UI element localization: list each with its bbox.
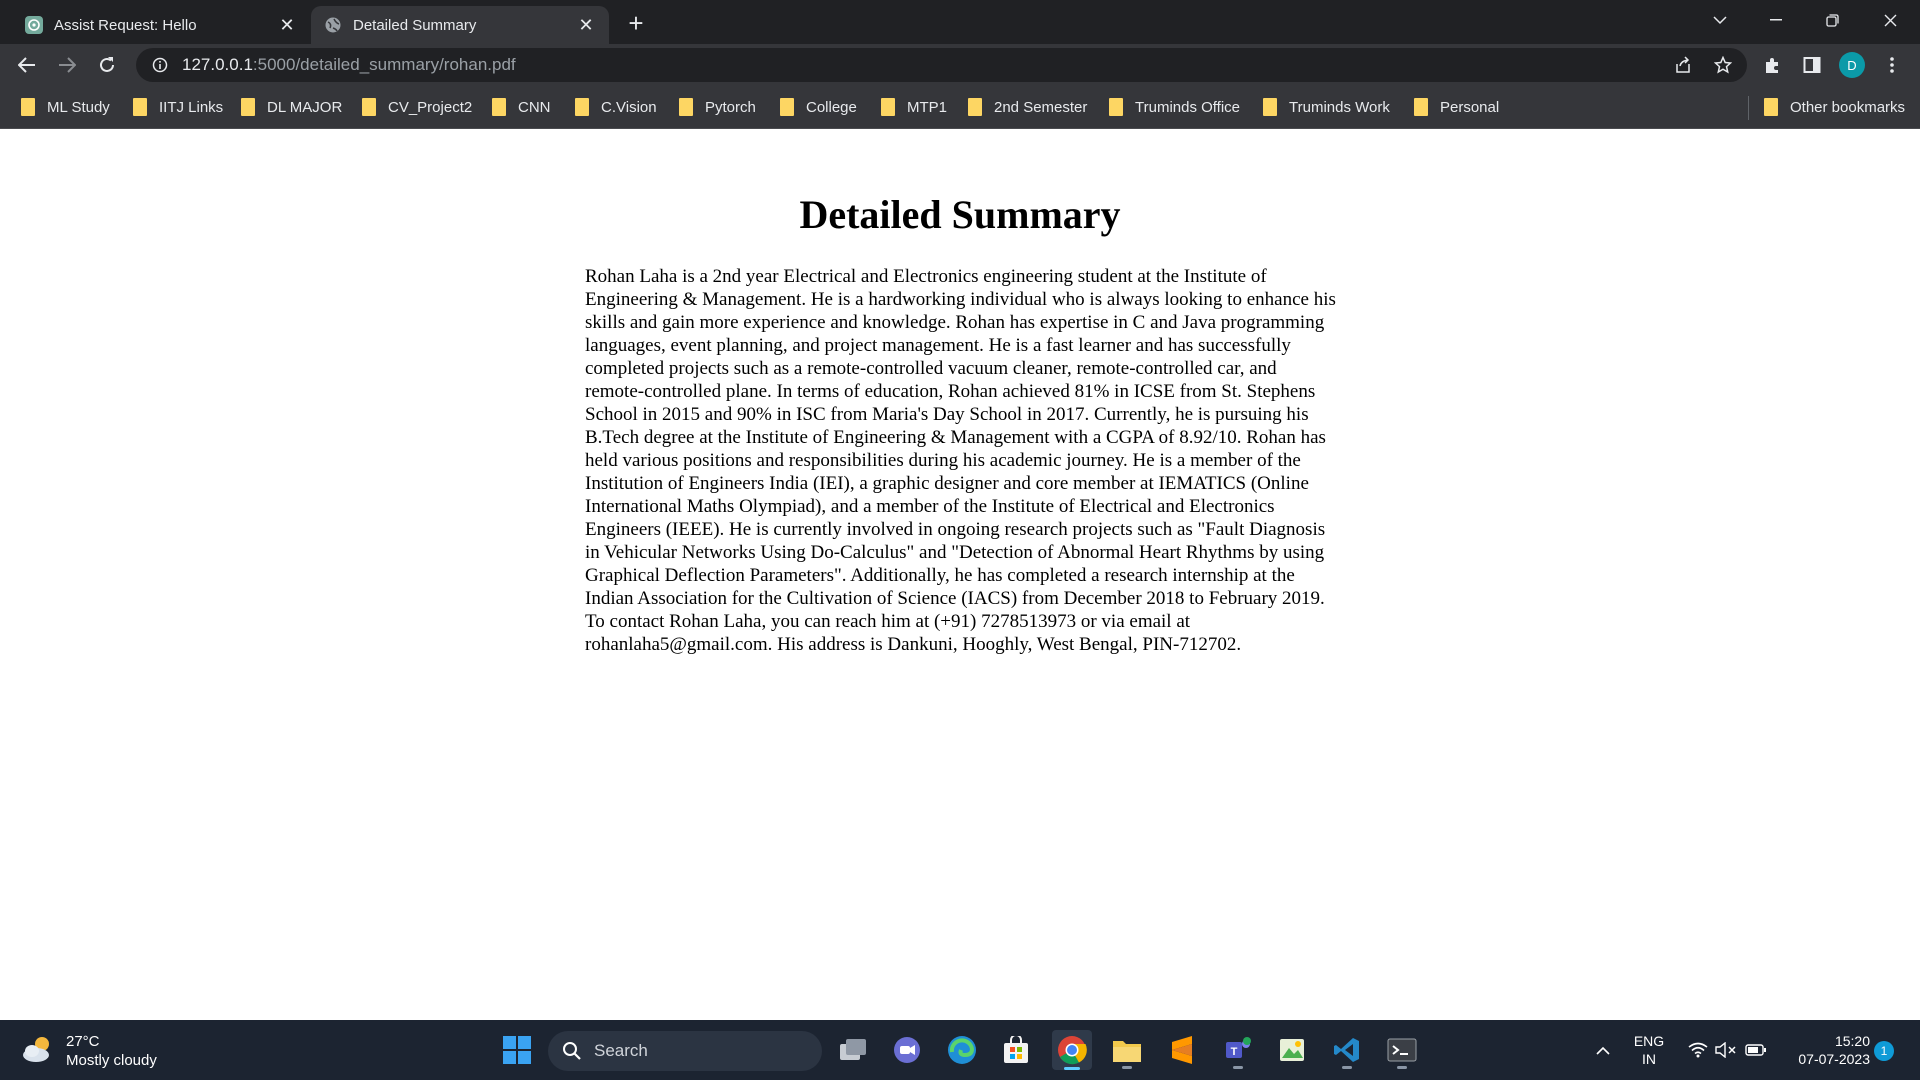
bookmark-folder[interactable]: Truminds Work <box>1263 95 1390 119</box>
tab-strip: Assist Request: Hello ✕ Detailed Summary… <box>0 0 1920 44</box>
sublime-text-icon[interactable] <box>1162 1030 1202 1070</box>
profile-initial: D <box>1839 52 1865 78</box>
bookmark-folder[interactable]: Truminds Office <box>1109 95 1240 119</box>
bookmark-star-icon[interactable] <box>1706 48 1740 82</box>
page-content: Detailed Summary Rohan Laha is a 2nd yea… <box>0 129 1920 1020</box>
image-editor-icon[interactable] <box>1272 1030 1312 1070</box>
search-icon <box>562 1041 582 1061</box>
bookmark-folder[interactable]: IITJ Links <box>133 95 223 119</box>
extensions-icon[interactable] <box>1756 49 1788 81</box>
battery-icon[interactable] <box>1742 1030 1770 1070</box>
folder-icon <box>575 98 589 116</box>
folder-icon <box>679 98 693 116</box>
folder-icon <box>362 98 376 116</box>
url-host: 127.0.0.1 <box>182 55 253 74</box>
running-indicator <box>1064 1067 1080 1070</box>
teams-icon[interactable]: T <box>1218 1030 1258 1070</box>
tab-assist-request[interactable]: Assist Request: Hello ✕ <box>12 6 310 44</box>
taskbar-search[interactable]: Search <box>548 1031 822 1071</box>
new-tab-button[interactable]: + <box>622 8 650 38</box>
close-window-icon[interactable] <box>1862 0 1918 40</box>
running-indicator <box>1122 1066 1132 1069</box>
bookmark-folder[interactable]: DL MAJOR <box>241 95 342 119</box>
microsoft-store-icon[interactable] <box>996 1030 1036 1070</box>
folder-icon <box>492 98 506 116</box>
other-bookmarks[interactable]: Other bookmarks <box>1764 95 1905 119</box>
folder-icon <box>241 98 255 116</box>
folder-icon <box>780 98 794 116</box>
cloudy-weather-icon <box>20 1034 56 1069</box>
teams-chat-icon[interactable] <box>887 1030 927 1070</box>
folder-icon <box>1414 98 1428 116</box>
folder-icon <box>968 98 982 116</box>
bookmark-folder[interactable]: ML Study <box>21 95 110 119</box>
svg-text:T: T <box>1231 1046 1238 1058</box>
weather-widget[interactable]: 27°C Mostly cloudy <box>20 1032 157 1070</box>
chatgpt-icon <box>24 15 44 35</box>
folder-icon <box>1764 98 1778 116</box>
folder-icon <box>881 98 895 116</box>
wifi-icon[interactable] <box>1684 1030 1712 1070</box>
page-title: Detailed Summary <box>799 192 1121 237</box>
task-view-icon[interactable] <box>833 1030 873 1070</box>
more-menu-icon[interactable] <box>1876 49 1908 81</box>
show-hidden-icons-chevron-icon[interactable] <box>1588 1030 1618 1070</box>
tab-title: Assist Request: Hello <box>54 16 197 34</box>
profile-avatar[interactable]: D <box>1836 49 1868 81</box>
reload-icon[interactable] <box>91 49 123 81</box>
system-clock[interactable]: 15:20 07-07-2023 <box>1772 1032 1870 1068</box>
folder-icon <box>1109 98 1123 116</box>
bookmark-folder[interactable]: CNN <box>492 95 551 119</box>
bookmarks-divider <box>1748 96 1749 120</box>
chrome-icon[interactable] <box>1052 1030 1092 1070</box>
bookmark-folder[interactable]: Pytorch <box>679 95 756 119</box>
url-path: :5000/detailed_summary/rohan.pdf <box>252 55 516 74</box>
weather-temp: 27°C <box>66 1033 100 1050</box>
close-tab-icon[interactable]: ✕ <box>276 14 298 36</box>
tab-title: Detailed Summary <box>353 16 477 34</box>
bookmark-folder[interactable]: MTP1 <box>881 95 947 119</box>
address-bar[interactable]: 127.0.0.1:5000/detailed_summary/rohan.pd… <box>136 48 1747 82</box>
tab-detailed-summary[interactable]: Detailed Summary ✕ <box>311 6 609 44</box>
restore-icon[interactable] <box>1804 0 1860 40</box>
browser-toolbar: 127.0.0.1:5000/detailed_summary/rohan.pd… <box>0 44 1920 86</box>
bookmark-folder[interactable]: C.Vision <box>575 95 657 119</box>
running-indicator <box>1233 1066 1243 1069</box>
bookmarks-bar: ML Study IITJ Links DL MAJOR CV_Project2… <box>0 86 1920 129</box>
tab-search-icon[interactable] <box>1692 0 1748 40</box>
weather-condition: Mostly cloudy <box>66 1052 157 1069</box>
minimize-icon[interactable] <box>1748 0 1804 40</box>
bookmark-folder[interactable]: College <box>780 95 857 119</box>
running-indicator <box>1342 1066 1352 1069</box>
site-info-icon[interactable] <box>150 55 170 75</box>
folder-icon <box>1263 98 1277 116</box>
back-icon[interactable] <box>11 49 43 81</box>
globe-icon <box>323 15 343 35</box>
share-icon[interactable] <box>1666 48 1700 82</box>
folder-icon <box>133 98 147 116</box>
search-label: Search <box>594 1041 648 1060</box>
edge-icon[interactable] <box>942 1030 982 1070</box>
notification-badge[interactable]: 1 <box>1874 1041 1894 1061</box>
input-language[interactable]: ENG IN <box>1624 1032 1674 1068</box>
forward-icon[interactable] <box>51 49 83 81</box>
bookmark-folder[interactable]: 2nd Semester <box>968 95 1087 119</box>
bookmark-folder[interactable]: CV_Project2 <box>362 95 472 119</box>
running-indicator <box>1397 1066 1407 1069</box>
start-button[interactable] <box>497 1030 537 1070</box>
vscode-icon[interactable] <box>1327 1030 1367 1070</box>
file-explorer-icon[interactable] <box>1107 1030 1147 1070</box>
terminal-icon[interactable] <box>1382 1030 1422 1070</box>
bookmark-folder[interactable]: Personal <box>1414 95 1499 119</box>
folder-icon <box>21 98 35 116</box>
summary-paragraph: Rohan Laha is a 2nd year Electrical and … <box>585 266 1336 655</box>
side-panel-icon[interactable] <box>1796 49 1828 81</box>
close-tab-icon[interactable]: ✕ <box>575 14 597 36</box>
volume-muted-icon[interactable] <box>1712 1030 1740 1070</box>
taskbar: 27°C Mostly cloudy Search T ENG IN 15:20… <box>0 1020 1920 1080</box>
